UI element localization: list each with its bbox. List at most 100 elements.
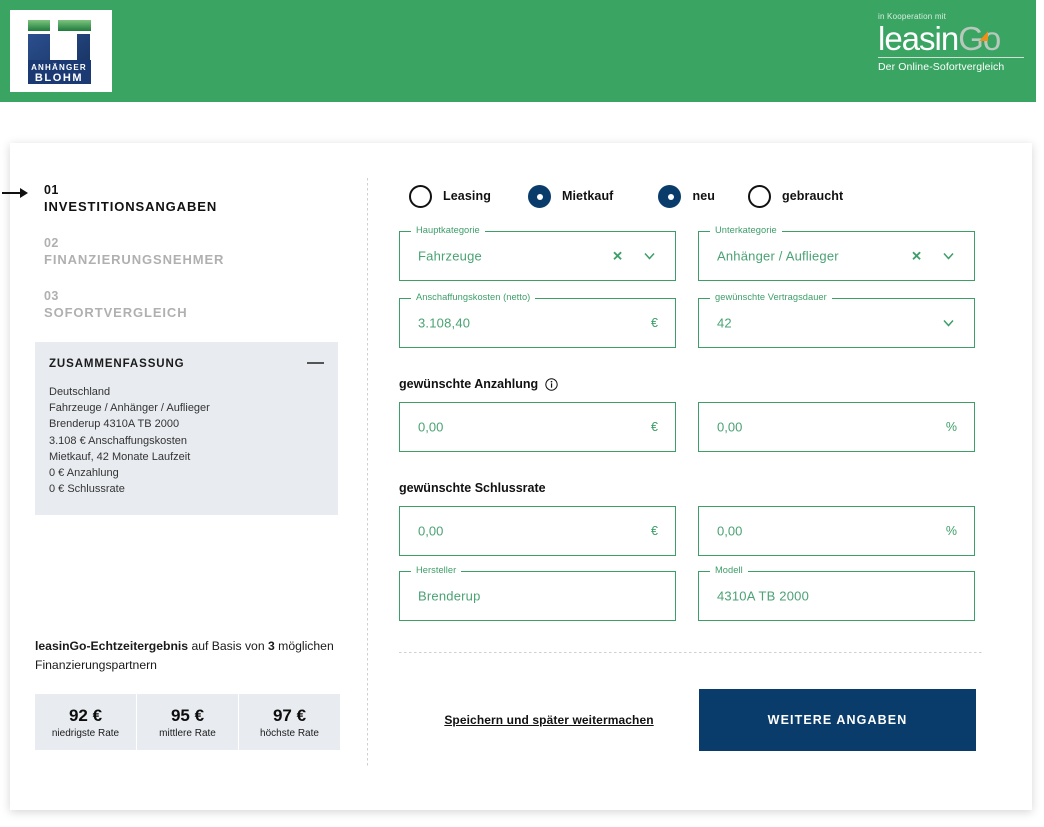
save-for-later-link[interactable]: Speichern und später weitermachen (399, 713, 699, 727)
currency-unit: € (651, 316, 658, 330)
chevron-down-icon[interactable] (943, 251, 954, 262)
summary-line: 3.108 € Anschaffungskosten (49, 433, 322, 449)
anschaffungskosten-value: 3.108,40 (418, 316, 470, 331)
radio-option-mietkauf[interactable]: Mietkauf (528, 185, 614, 208)
radio-label: neu (692, 189, 715, 203)
leasingo-wordmark: leasinGo (878, 22, 1028, 55)
rate-value: 97 € (273, 706, 306, 726)
left-column: Hauptkategorie Fahrzeuge ✕ Anschaffungsk… (399, 214, 676, 348)
radio-option-gebraucht[interactable]: gebraucht (748, 185, 843, 208)
rate-value: 92 € (69, 706, 102, 726)
vehicle-row: Hersteller Brenderup Modell 4310A TB 200… (399, 571, 999, 621)
clear-icon[interactable]: ✕ (612, 250, 623, 263)
schlussrate-eur-input[interactable]: 0,00 € (399, 506, 676, 556)
financing-type-radio-group: Leasing Mietkauf neu gebraucht (399, 178, 999, 214)
vertragsdauer-value: 42 (717, 316, 732, 331)
radio-circle-icon[interactable] (748, 185, 771, 208)
sidebar: 01 INVESTITIONSANGABEN 02 FINANZIERUNGSN… (35, 183, 350, 783)
clear-icon[interactable]: ✕ (911, 250, 922, 263)
radio-circle-icon[interactable] (658, 185, 681, 208)
category-row: Hauptkategorie Fahrzeuge ✕ Anschaffungsk… (399, 214, 999, 348)
realtime-result-block: leasinGo-Echtzeitergebnis auf Basis von … (35, 637, 340, 750)
step-number: 01 (44, 183, 350, 198)
schlussrate-pct-input[interactable]: 0,00 % (698, 506, 975, 556)
hauptkategorie-label: Hauptkategorie (411, 225, 485, 235)
anzahlung-pct-input[interactable]: 0,00 % (698, 402, 975, 452)
step-number: 02 (44, 236, 350, 251)
sidebar-step-02[interactable]: 02 FINANZIERUNGSNEHMER (35, 236, 350, 269)
radio-option-leasing[interactable]: Leasing (409, 185, 491, 208)
anzahlung-row: 0,00 € 0,00 % (399, 391, 999, 452)
anzahlung-eur-column: 0,00 € (399, 391, 676, 452)
rate-label: höchste Rate (260, 728, 319, 739)
modell-label: Modell (710, 565, 748, 575)
sidebar-step-03[interactable]: 03 SOFORTVERGLEICH (35, 289, 350, 322)
summary-line: Fahrzeuge / Anhänger / Auflieger (49, 400, 322, 416)
leasingo-part1: leasin (878, 20, 958, 57)
schlussrate-pct-value: 0,00 (717, 524, 742, 539)
leasingo-part2-text: Go (958, 20, 1000, 57)
vertragsdauer-select[interactable]: gewünschte Vertragsdauer 42 (698, 298, 975, 348)
anhaenger-blohm-logo-icon: ANHÄNGER BLOHM (18, 17, 104, 85)
hauptkategorie-value: Fahrzeuge (418, 249, 482, 264)
radio-circle-icon[interactable] (409, 185, 432, 208)
hersteller-label: Hersteller (411, 565, 461, 575)
info-icon[interactable] (545, 378, 558, 391)
page-header: ANHÄNGER BLOHM in Kooperation mit leasin… (0, 0, 1036, 102)
radio-circle-icon[interactable] (528, 185, 551, 208)
radio-option-neu[interactable]: neu (658, 185, 715, 208)
form-actions: Speichern und später weitermachen WEITER… (399, 689, 999, 751)
rate-value: 95 € (171, 706, 204, 726)
rate-card-highest: 97 € höchste Rate (239, 694, 340, 750)
schlussrate-label-row: gewünschte Schlussrate (399, 481, 999, 495)
chevron-down-icon[interactable] (943, 318, 954, 329)
percent-unit: % (946, 420, 957, 434)
hersteller-input[interactable]: Hersteller Brenderup (399, 571, 676, 621)
schlussrate-row: 0,00 € 0,00 % (399, 495, 999, 556)
realtime-result-text: leasinGo-Echtzeitergebnis auf Basis von … (35, 637, 340, 675)
continue-button[interactable]: WEITERE ANGABEN (699, 689, 976, 751)
sidebar-step-01[interactable]: 01 INVESTITIONSANGABEN (35, 183, 350, 216)
hauptkategorie-select[interactable]: Hauptkategorie Fahrzeuge ✕ (399, 231, 676, 281)
current-step-arrow-icon (2, 188, 28, 198)
currency-unit: € (651, 420, 658, 434)
svg-text:BLOHM: BLOHM (35, 72, 83, 84)
summary-line: Brenderup 4310A TB 2000 (49, 416, 322, 432)
investment-form: Leasing Mietkauf neu gebraucht Hauptkate… (399, 178, 999, 751)
vertical-divider (367, 178, 368, 768)
result-mid: auf Basis von (188, 639, 268, 653)
step-label: FINANZIERUNGSNEHMER (44, 251, 350, 269)
unterkategorie-select[interactable]: Unterkategorie Anhänger / Auflieger ✕ (698, 231, 975, 281)
chevron-down-icon[interactable] (644, 251, 655, 262)
anzahlung-label-row: gewünschte Anzahlung (399, 377, 999, 391)
step-number: 03 (44, 289, 350, 304)
anschaffungskosten-input[interactable]: Anschaffungskosten (netto) 3.108,40 € (399, 298, 676, 348)
main-card: 01 INVESTITIONSANGABEN 02 FINANZIERUNGSN… (10, 143, 1032, 810)
horizontal-divider (399, 652, 984, 653)
modell-input[interactable]: Modell 4310A TB 2000 (698, 571, 975, 621)
schlussrate-label: gewünschte Schlussrate (399, 481, 546, 495)
unterkategorie-label: Unterkategorie (710, 225, 782, 235)
radio-label: Mietkauf (562, 189, 614, 203)
anzahlung-eur-input[interactable]: 0,00 € (399, 402, 676, 452)
anzahlung-pct-value: 0,00 (717, 420, 742, 435)
company-logo[interactable]: ANHÄNGER BLOHM (10, 10, 112, 92)
step-label: SOFORTVERGLEICH (44, 304, 350, 322)
rate-label: niedrigste Rate (52, 728, 119, 739)
rate-card-lowest: 92 € niedrigste Rate (35, 694, 136, 750)
summary-collapse-icon[interactable] (307, 362, 324, 364)
hersteller-column: Hersteller Brenderup (399, 571, 676, 621)
radio-label: Leasing (443, 189, 491, 203)
summary-line: 0 € Anzahlung (49, 465, 322, 481)
summary-line: Deutschland (49, 384, 322, 400)
result-lead: leasinGo-Echtzeitergebnis (35, 639, 188, 653)
step-list: 01 INVESTITIONSANGABEN 02 FINANZIERUNGSN… (35, 183, 350, 322)
schlussrate-eur-value: 0,00 (418, 524, 443, 539)
svg-text:ANHÄNGER: ANHÄNGER (31, 63, 87, 72)
hersteller-value: Brenderup (418, 589, 481, 604)
schlussrate-eur-column: 0,00 € (399, 495, 676, 556)
result-count: 3 (268, 639, 275, 653)
anschaffungskosten-label: Anschaffungskosten (netto) (411, 292, 535, 302)
cooperation-block: in Kooperation mit leasinGo Der Online-S… (878, 12, 1028, 73)
cooperation-divider (878, 57, 1024, 58)
